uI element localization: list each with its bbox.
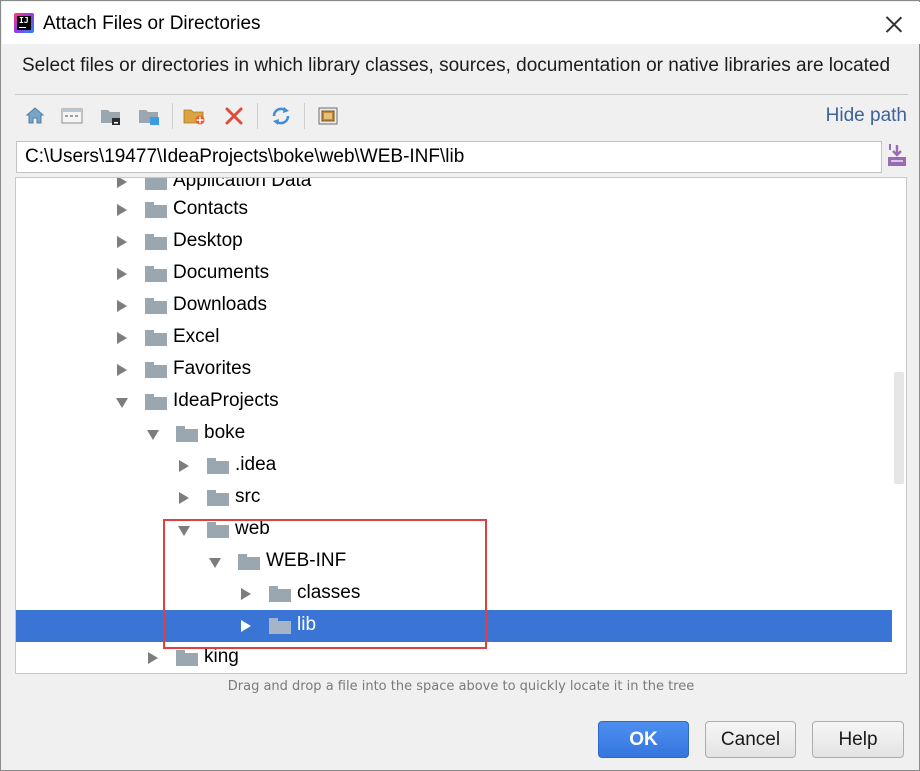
collapse-arrow-icon[interactable] — [116, 398, 128, 408]
tree-row[interactable]: king — [16, 642, 892, 673]
scrollbar-thumb[interactable] — [894, 372, 904, 484]
desktop-icon[interactable] — [58, 102, 86, 130]
tree-row[interactable]: IdeaProjects — [16, 386, 892, 418]
path-input[interactable]: C:\Users\19477\IdeaProjects\boke\web\WEB… — [16, 141, 882, 173]
collapse-arrow-icon[interactable] — [178, 526, 190, 536]
folder-icon — [145, 330, 167, 346]
home-icon[interactable] — [21, 102, 49, 130]
tree-row[interactable]: Excel — [16, 322, 892, 354]
folder-icon — [145, 234, 167, 250]
expand-arrow-icon[interactable] — [117, 332, 127, 344]
module-folder-icon[interactable] — [135, 102, 163, 130]
toolbar — [17, 100, 897, 132]
folder-icon — [145, 298, 167, 314]
expand-arrow-icon[interactable] — [117, 178, 127, 188]
tree-row-label: IdeaProjects — [173, 390, 279, 411]
tree-row[interactable]: Documents — [16, 258, 892, 290]
dialog-description: Select files or directories in which lib… — [22, 55, 891, 76]
tree-row-label: Excel — [173, 326, 220, 347]
title-bar: IJ Attach Files or Directories — [2, 2, 920, 44]
tree-row-label: Favorites — [173, 358, 252, 379]
expand-arrow-icon[interactable] — [117, 300, 127, 312]
expand-arrow-icon[interactable] — [117, 364, 127, 376]
tree-row[interactable]: Desktop — [16, 226, 892, 258]
tree-row[interactable]: src — [16, 482, 892, 514]
tree-scrollbar[interactable] — [892, 178, 906, 673]
expand-arrow-icon[interactable] — [179, 492, 189, 504]
tree-row[interactable]: .idea — [16, 450, 892, 482]
tree-row-label: lib — [297, 614, 317, 635]
drag-drop-hint: Drag and drop a file into the space abov… — [227, 679, 695, 694]
tree-row-label: .idea — [235, 454, 277, 475]
separator — [15, 94, 908, 95]
cancel-button[interactable]: Cancel — [705, 721, 796, 758]
window-title: Attach Files or Directories — [43, 13, 261, 34]
expand-arrow-icon[interactable] — [117, 204, 127, 216]
folder-icon — [145, 202, 167, 218]
tree-row[interactable]: classes — [16, 578, 892, 610]
hide-path-link[interactable]: Hide path — [826, 105, 907, 127]
tree-row-label: boke — [204, 422, 246, 443]
collapse-arrow-icon[interactable] — [209, 558, 221, 568]
folder-icon — [145, 394, 167, 410]
tree-row-label: Contacts — [173, 198, 248, 219]
folder-icon — [176, 650, 198, 666]
tree-row[interactable]: Favorites — [16, 354, 892, 386]
folder-icon — [145, 266, 167, 282]
tree-row-label: Documents — [173, 262, 270, 283]
expand-arrow-icon[interactable] — [117, 268, 127, 280]
expand-arrow-icon[interactable] — [179, 460, 189, 472]
folder-icon — [145, 178, 167, 190]
tree-row-label: classes — [297, 582, 361, 603]
close-icon[interactable] — [880, 10, 908, 38]
tree-row[interactable]: Downloads — [16, 290, 892, 322]
expand-arrow-icon[interactable] — [117, 236, 127, 248]
tree-row-label: Downloads — [173, 294, 267, 315]
ok-button[interactable]: OK — [598, 721, 689, 758]
tree-row-label: king — [204, 646, 239, 667]
tree-row-label: Application Data — [173, 177, 312, 191]
app-icon-text: IJ — [19, 16, 29, 25]
project-folder-icon[interactable] — [97, 102, 125, 130]
dialog-window: IJ Attach Files or Directories Select fi… — [0, 0, 920, 771]
expand-arrow-icon[interactable] — [241, 588, 251, 600]
tree-row-label: WEB-INF — [266, 550, 347, 571]
show-hidden-icon[interactable] — [314, 102, 342, 130]
folder-icon — [145, 362, 167, 378]
tree-row[interactable]: web — [16, 514, 892, 546]
collapse-arrow-icon[interactable] — [147, 430, 159, 440]
folder-icon — [238, 554, 260, 570]
tree-row[interactable]: WEB-INF — [16, 546, 892, 578]
tree-row[interactable]: Contacts — [16, 194, 892, 226]
expand-arrow-icon[interactable] — [241, 620, 251, 632]
new-folder-icon[interactable] — [181, 102, 209, 130]
tree-row-selected[interactable]: lib — [16, 610, 892, 642]
folder-icon — [269, 586, 291, 602]
tree-row-label: Desktop — [173, 230, 243, 251]
folder-icon — [176, 426, 198, 442]
file-tree[interactable]: Application Data Contacts Desktop Docume… — [15, 177, 907, 674]
help-button[interactable]: Help — [812, 721, 904, 758]
delete-icon[interactable] — [220, 102, 248, 130]
folder-icon — [207, 458, 229, 474]
expand-arrow-icon[interactable] — [148, 652, 158, 664]
folder-icon — [207, 490, 229, 506]
download-icon[interactable] — [886, 142, 908, 168]
refresh-icon[interactable] — [267, 102, 295, 130]
tree-row-label: src — [235, 486, 261, 507]
tree-row-label: web — [235, 518, 270, 539]
intellij-app-icon: IJ — [14, 13, 34, 33]
folder-icon — [269, 618, 291, 634]
tree-row[interactable]: boke — [16, 418, 892, 450]
folder-icon — [207, 522, 229, 538]
